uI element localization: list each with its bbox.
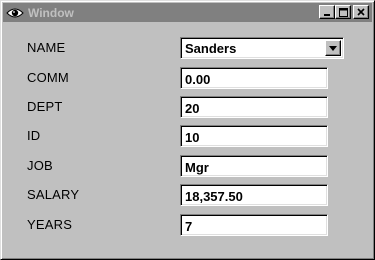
name-combobox[interactable]: Sanders <box>180 37 344 59</box>
window-controls <box>319 5 369 19</box>
form-row-dept: DEPT <box>1 96 375 118</box>
comm-field[interactable] <box>180 67 328 89</box>
name-dropdown-button[interactable] <box>325 40 341 56</box>
dept-label: DEPT <box>27 99 63 114</box>
title-bar[interactable]: Window <box>3 3 372 22</box>
form-row-id: ID <box>1 125 375 147</box>
comm-label: COMM <box>27 70 69 85</box>
app-window: Window NAME Sanders COMM 0.00 DEPT 20 ID… <box>0 0 375 260</box>
form-row-comm: COMM <box>1 67 375 89</box>
name-label: NAME <box>27 40 66 55</box>
close-button[interactable] <box>353 5 369 19</box>
years-field[interactable] <box>180 214 328 236</box>
job-field[interactable] <box>180 155 328 177</box>
salary-field[interactable] <box>180 184 328 206</box>
chevron-down-icon <box>329 45 337 51</box>
years-label: YEARS <box>27 217 73 232</box>
name-combobox-value: Sanders <box>185 41 237 56</box>
job-label: JOB <box>27 158 53 173</box>
eye-icon[interactable] <box>6 6 24 20</box>
dept-field[interactable] <box>180 96 328 118</box>
id-label: ID <box>27 128 41 143</box>
maximize-icon <box>338 7 348 17</box>
window-title: Window <box>28 5 74 20</box>
salary-label: SALARY <box>27 187 80 202</box>
form-row-name: NAME Sanders <box>1 37 375 59</box>
close-icon <box>357 8 365 16</box>
form-row-years: YEARS <box>1 214 375 236</box>
minimize-icon <box>324 14 330 16</box>
id-field[interactable] <box>180 125 328 147</box>
minimize-button[interactable] <box>319 5 335 19</box>
form-row-job: JOB <box>1 155 375 177</box>
maximize-button[interactable] <box>335 5 351 19</box>
form-row-salary: SALARY <box>1 184 375 206</box>
